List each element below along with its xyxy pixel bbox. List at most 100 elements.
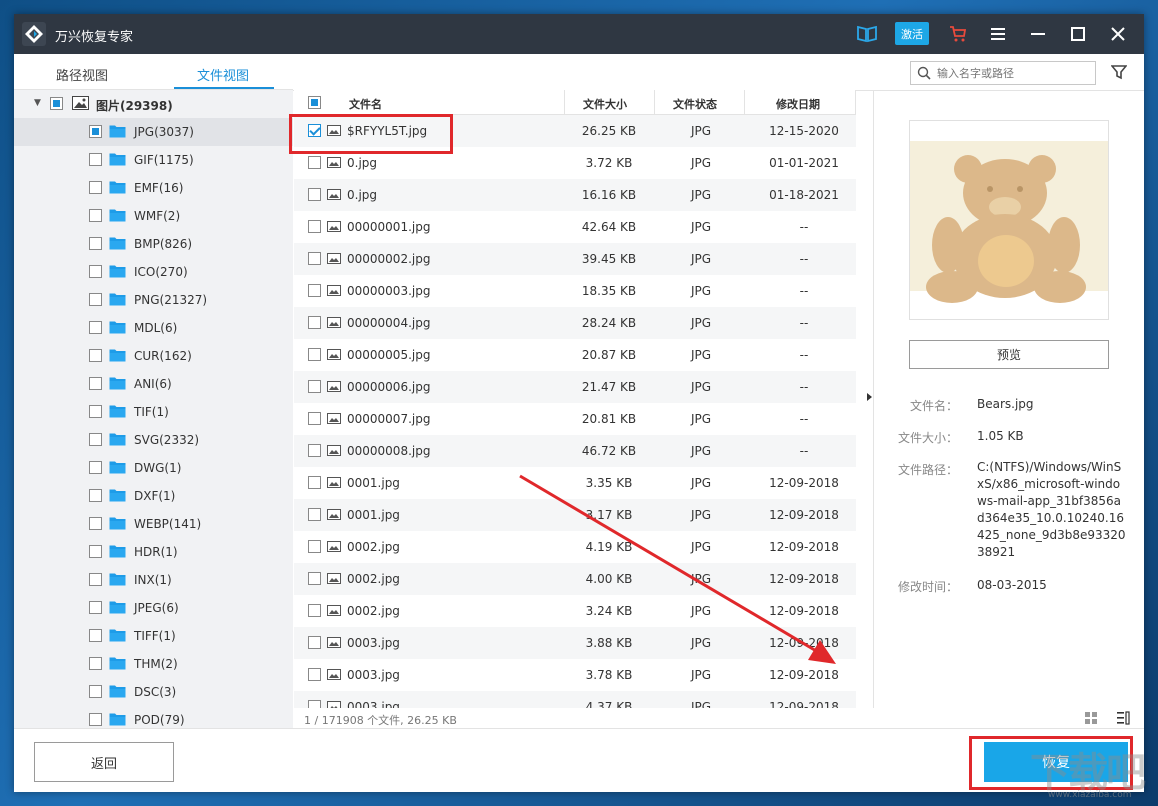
table-row[interactable]: 0003.jpg 3.78 KB JPG 12-09-2018 <box>294 659 856 691</box>
table-row[interactable]: 00000003.jpg 18.35 KB JPG -- <box>294 275 856 307</box>
tree-item[interactable]: GIF(1175) <box>14 146 293 174</box>
header-file-name[interactable]: 文件名 <box>349 96 382 112</box>
table-row[interactable]: 0002.jpg 4.00 KB JPG 12-09-2018 <box>294 563 856 595</box>
tree-item[interactable]: TIFF(1) <box>14 622 293 650</box>
back-button[interactable]: 返回 <box>34 742 174 782</box>
row-checkbox[interactable] <box>308 668 321 681</box>
table-row[interactable]: 00000008.jpg 46.72 KB JPG -- <box>294 435 856 467</box>
table-row[interactable]: $RFYYL5T.jpg 26.25 KB JPG 12-15-2020 <box>294 115 856 147</box>
search-box[interactable] <box>910 61 1096 85</box>
tree-item[interactable]: JPEG(6) <box>14 594 293 622</box>
book-icon[interactable] <box>856 23 878 45</box>
table-row[interactable]: 00000001.jpg 42.64 KB JPG -- <box>294 211 856 243</box>
tree-item[interactable]: HDR(1) <box>14 538 293 566</box>
tree-item[interactable]: CUR(162) <box>14 342 293 370</box>
header-file-status[interactable]: 文件状态 <box>673 96 717 112</box>
collapse-arrow-icon[interactable] <box>865 391 873 403</box>
table-row[interactable]: 00000004.jpg 28.24 KB JPG -- <box>294 307 856 339</box>
table-row[interactable]: 0002.jpg 3.24 KB JPG 12-09-2018 <box>294 595 856 627</box>
tree-item[interactable]: PNG(21327) <box>14 286 293 314</box>
row-checkbox[interactable] <box>308 252 321 265</box>
tree-item-checkbox[interactable] <box>89 433 102 446</box>
tree-item-checkbox[interactable] <box>89 713 102 726</box>
table-row[interactable]: 0.jpg 16.16 KB JPG 01-18-2021 <box>294 179 856 211</box>
tab-file-view[interactable]: 文件视图 <box>197 65 249 84</box>
tree-item[interactable]: EMF(16) <box>14 174 293 202</box>
tree-item-checkbox[interactable] <box>89 349 102 362</box>
tree-item[interactable]: THM(2) <box>14 650 293 678</box>
tree-item[interactable]: DSC(3) <box>14 678 293 706</box>
tree-item-checkbox[interactable] <box>89 629 102 642</box>
tree-item-checkbox[interactable] <box>89 321 102 334</box>
expand-arrow-icon[interactable]: ▼ <box>34 98 41 108</box>
tree-item[interactable]: BMP(826) <box>14 230 293 258</box>
tree-root-checkbox[interactable] <box>50 97 63 110</box>
tree-item[interactable]: DXF(1) <box>14 482 293 510</box>
row-checkbox[interactable] <box>308 124 321 137</box>
table-row[interactable]: 0.jpg 3.72 KB JPG 01-01-2021 <box>294 147 856 179</box>
row-checkbox[interactable] <box>308 412 321 425</box>
tab-path-view[interactable]: 路径视图 <box>56 65 108 84</box>
tree-item[interactable]: WMF(2) <box>14 202 293 230</box>
row-checkbox[interactable] <box>308 476 321 489</box>
maximize-icon[interactable] <box>1067 23 1089 45</box>
preview-button[interactable]: 预览 <box>909 340 1109 369</box>
table-row[interactable]: 0001.jpg 3.17 KB JPG 12-09-2018 <box>294 499 856 531</box>
tree-item-checkbox[interactable] <box>89 293 102 306</box>
row-checkbox[interactable] <box>308 188 321 201</box>
header-file-size[interactable]: 文件大小 <box>583 96 627 112</box>
select-all-checkbox[interactable] <box>308 96 321 109</box>
row-checkbox[interactable] <box>308 444 321 457</box>
cart-icon[interactable] <box>947 23 969 45</box>
tree-item[interactable]: SVG(2332) <box>14 426 293 454</box>
row-checkbox[interactable] <box>308 284 321 297</box>
tree-item-checkbox[interactable] <box>89 489 102 502</box>
row-checkbox[interactable] <box>308 220 321 233</box>
tree-item[interactable]: POD(79) <box>14 706 293 728</box>
row-checkbox[interactable] <box>308 636 321 649</box>
tree-item-checkbox[interactable] <box>89 573 102 586</box>
table-row[interactable]: 0003.jpg 4.37 KB JPG 12-09-2018 <box>294 691 856 708</box>
row-checkbox[interactable] <box>308 156 321 169</box>
header-modified-date[interactable]: 修改日期 <box>776 96 820 112</box>
tree-item-checkbox[interactable] <box>89 377 102 390</box>
tree-item-checkbox[interactable] <box>89 517 102 530</box>
tree-item-checkbox[interactable] <box>89 601 102 614</box>
tree-item-checkbox[interactable] <box>89 405 102 418</box>
tree-item-checkbox[interactable] <box>89 265 102 278</box>
tree-root-images[interactable]: ▼ 图片(29398) <box>14 90 293 118</box>
tree-item[interactable]: DWG(1) <box>14 454 293 482</box>
row-checkbox[interactable] <box>308 348 321 361</box>
minimize-icon[interactable] <box>1027 23 1049 45</box>
search-input[interactable] <box>937 65 1087 81</box>
tree-item[interactable]: ANI(6) <box>14 370 293 398</box>
close-icon[interactable] <box>1107 23 1129 45</box>
tree-item-checkbox[interactable] <box>89 461 102 474</box>
table-row[interactable]: 00000002.jpg 39.45 KB JPG -- <box>294 243 856 275</box>
list-view-icon[interactable] <box>1116 711 1130 725</box>
row-checkbox[interactable] <box>308 604 321 617</box>
tree-item[interactable]: MDL(6) <box>14 314 293 342</box>
table-row[interactable]: 00000005.jpg 20.87 KB JPG -- <box>294 339 856 371</box>
tree-item[interactable]: TIF(1) <box>14 398 293 426</box>
row-checkbox[interactable] <box>308 316 321 329</box>
tree-item-checkbox[interactable] <box>89 545 102 558</box>
tree-item-checkbox[interactable] <box>89 125 102 138</box>
table-row[interactable]: 00000006.jpg 21.47 KB JPG -- <box>294 371 856 403</box>
row-checkbox[interactable] <box>308 508 321 521</box>
table-row[interactable]: 0001.jpg 3.35 KB JPG 12-09-2018 <box>294 467 856 499</box>
grid-view-icon[interactable] <box>1084 711 1098 725</box>
tree-item-checkbox[interactable] <box>89 237 102 250</box>
row-checkbox[interactable] <box>308 572 321 585</box>
tree-item[interactable]: JPG(3037) <box>14 118 293 146</box>
tree-item-checkbox[interactable] <box>89 181 102 194</box>
tree-item[interactable]: WEBP(141) <box>14 510 293 538</box>
activate-button[interactable]: 激活 <box>895 22 929 45</box>
tree-item-checkbox[interactable] <box>89 153 102 166</box>
table-row[interactable]: 0003.jpg 3.88 KB JPG 12-09-2018 <box>294 627 856 659</box>
tree-item[interactable]: ICO(270) <box>14 258 293 286</box>
table-row[interactable]: 0002.jpg 4.19 KB JPG 12-09-2018 <box>294 531 856 563</box>
row-checkbox[interactable] <box>308 380 321 393</box>
tree-item-checkbox[interactable] <box>89 685 102 698</box>
filter-icon[interactable] <box>1111 64 1127 80</box>
